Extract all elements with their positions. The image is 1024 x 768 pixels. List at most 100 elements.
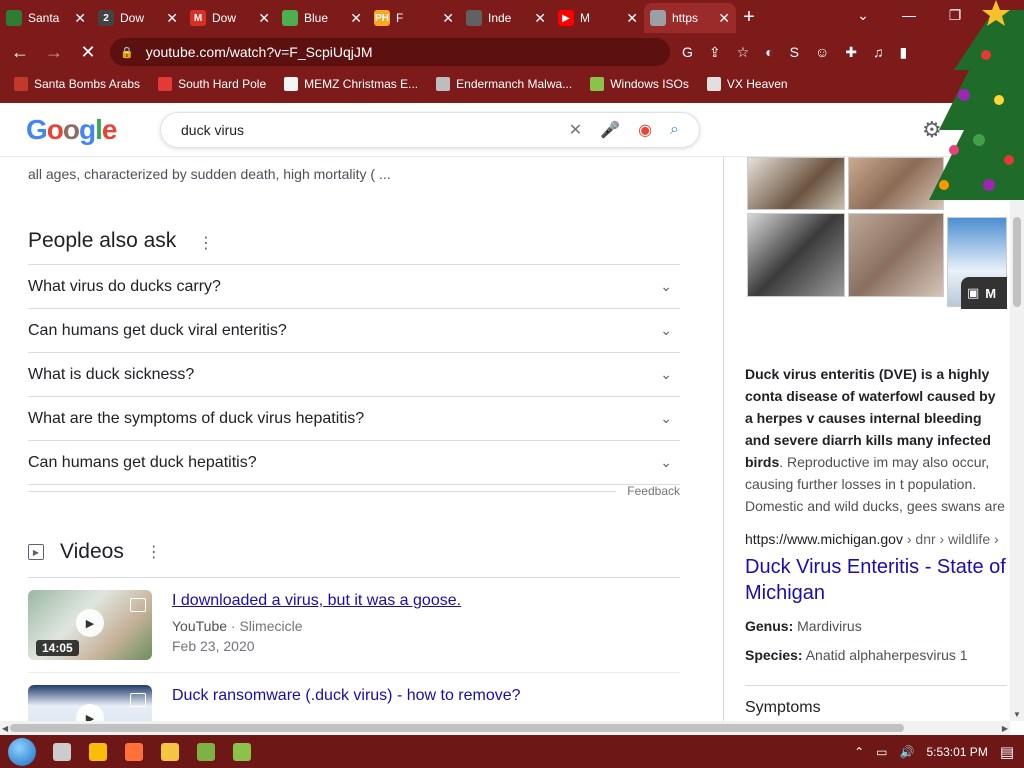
minecraft-taskbar-button[interactable] bbox=[188, 735, 224, 768]
paa-question[interactable]: What virus do ducks carry? ⌄ bbox=[28, 265, 680, 309]
forward-button[interactable]: → bbox=[40, 38, 68, 66]
video-title-link[interactable]: Duck ransomware (.duck virus) - how to r… bbox=[172, 685, 521, 707]
minimize-button[interactable]: — bbox=[886, 0, 932, 30]
close-window-button[interactable]: ✕ bbox=[978, 0, 1024, 30]
browser-tab[interactable]: Blue ✕ bbox=[276, 3, 368, 33]
panel-image-d[interactable] bbox=[848, 213, 944, 297]
close-tab-icon[interactable]: ✕ bbox=[442, 10, 454, 27]
image-search-icon[interactable]: ◉ bbox=[638, 120, 652, 140]
video-thumbnail[interactable]: ▶ bbox=[28, 685, 152, 721]
species-value[interactable]: Anatid alphaherpesvirus 1 bbox=[803, 647, 968, 663]
volume-icon[interactable]: 🔊 bbox=[899, 745, 914, 759]
paa-question[interactable]: Can humans get duck viral enteritis? ⌄ bbox=[28, 309, 680, 353]
scroll-up-arrow[interactable]: ▲ bbox=[1013, 159, 1021, 168]
close-tab-icon[interactable]: ✕ bbox=[626, 10, 638, 27]
feedback-link[interactable]: Feedback bbox=[627, 484, 680, 498]
vertical-scrollbar[interactable]: ▲ ▼ bbox=[1010, 157, 1024, 721]
windows-orb-icon bbox=[8, 737, 36, 766]
notifications-icon[interactable]: ▤ bbox=[1000, 743, 1014, 761]
bookmark-item[interactable]: Endermanch Malwa... bbox=[436, 77, 572, 91]
bookmark-item[interactable]: MEMZ Christmas E... bbox=[284, 77, 418, 91]
profile-extension-icon[interactable]: ☺ bbox=[815, 44, 829, 60]
media-control-icon[interactable]: ♫ bbox=[873, 44, 884, 60]
address-bar[interactable]: 🔒 youtube.com/watch?v=F_ScpiUqjJM bbox=[110, 38, 670, 66]
video-title-link[interactable]: I downloaded a virus, but it was a goose… bbox=[172, 590, 461, 612]
voice-search-icon[interactable]: 🎤 bbox=[600, 120, 620, 140]
bookmark-item[interactable]: VX Heaven bbox=[706, 77, 788, 91]
extension-s-icon[interactable]: S bbox=[790, 44, 799, 60]
puzzle-extensions-icon[interactable]: ✚ bbox=[845, 44, 857, 61]
scroll-left-arrow[interactable]: ◀ bbox=[2, 724, 8, 733]
lock-icon[interactable]: 🔒 bbox=[120, 46, 134, 59]
search-input[interactable]: duck virus bbox=[181, 122, 551, 138]
back-button[interactable]: ← bbox=[6, 38, 34, 66]
scroll-down-arrow[interactable]: ▼ bbox=[1013, 710, 1021, 719]
restore-button[interactable]: ❐ bbox=[932, 0, 978, 30]
bookmark-item[interactable]: Santa Bombs Arabs bbox=[14, 77, 140, 91]
source-title-link[interactable]: Duck Virus Enteritis - State of Michigan bbox=[745, 554, 1007, 606]
close-tab-icon[interactable]: ✕ bbox=[718, 10, 730, 27]
search-box[interactable]: duck virus ✕ 🎤 ◉ ⌕ bbox=[160, 112, 700, 148]
horizontal-scroll-thumb[interactable] bbox=[10, 724, 904, 732]
browser-tab[interactable]: PH F ✕ bbox=[368, 3, 460, 33]
panel-image-a[interactable] bbox=[747, 157, 845, 210]
panel-image-b[interactable] bbox=[848, 157, 944, 210]
network-icon[interactable]: ▭ bbox=[876, 745, 887, 759]
tab-title: Dow bbox=[120, 11, 145, 25]
chrome-taskbar-button[interactable] bbox=[80, 735, 116, 768]
chevron-down-icon[interactable]: ⌄ bbox=[660, 322, 672, 339]
browser-tab[interactable]: Inde ✕ bbox=[460, 3, 552, 33]
paa-question[interactable]: What are the symptoms of duck virus hepa… bbox=[28, 397, 680, 441]
bookmark-star-icon[interactable]: ☆ bbox=[737, 44, 750, 61]
genus-value[interactable]: Mardivirus bbox=[793, 618, 862, 634]
symptoms-heading[interactable]: Symptoms bbox=[745, 699, 821, 717]
browser-tab[interactable]: https ✕ bbox=[644, 3, 736, 33]
close-tab-icon[interactable]: ✕ bbox=[258, 10, 270, 27]
clear-search-icon[interactable]: ✕ bbox=[569, 120, 582, 140]
browser-tab[interactable]: ▶ M ✕ bbox=[552, 3, 644, 33]
vertical-scroll-thumb[interactable] bbox=[1013, 217, 1021, 307]
search-icon[interactable]: ⌕ bbox=[670, 121, 679, 139]
side-panel-icon[interactable]: ▮ bbox=[900, 44, 908, 61]
horizontal-scrollbar[interactable]: ◀ ▶ bbox=[0, 721, 1010, 735]
video-thumbnail[interactable]: ▶ 14:05 bbox=[28, 590, 152, 660]
paa-question[interactable]: Can humans get duck hepatitis? ⌄ bbox=[28, 441, 680, 485]
bookmark-item[interactable]: Windows ISOs bbox=[590, 77, 689, 91]
panel-image-c[interactable] bbox=[747, 213, 845, 297]
close-tab-icon[interactable]: ✕ bbox=[166, 10, 178, 27]
file-explorer-taskbar-button[interactable] bbox=[152, 735, 188, 768]
browser-tab[interactable]: 2 Dow ✕ bbox=[92, 3, 184, 33]
extension-icon[interactable]: ◐ bbox=[765, 44, 773, 60]
new-tab-button[interactable]: + bbox=[736, 6, 762, 29]
stop-loading-button[interactable]: ✕ bbox=[74, 38, 102, 66]
close-tab-icon[interactable]: ✕ bbox=[74, 10, 86, 27]
video-result[interactable]: ▶ Duck ransomware (.duck virus) - how to… bbox=[28, 685, 521, 721]
minecraft-2-taskbar-button[interactable] bbox=[224, 735, 260, 768]
chevron-down-icon[interactable]: ⌄ bbox=[660, 366, 672, 383]
source-url[interactable]: https://www.michigan.gov › dnr › wildlif… bbox=[745, 531, 999, 547]
browser-tab[interactable]: M Dow ✕ bbox=[184, 3, 276, 33]
tab-search-icon[interactable]: ⌄ bbox=[840, 0, 886, 30]
close-tab-icon[interactable]: ✕ bbox=[534, 10, 546, 27]
google-doodle-logo[interactable]: Google bbox=[26, 114, 118, 146]
more-images-button[interactable]: ▣ M bbox=[961, 277, 1007, 309]
scroll-right-arrow[interactable]: ▶ bbox=[1002, 724, 1008, 733]
bookmark-item[interactable]: South Hard Pole bbox=[158, 77, 266, 91]
close-tab-icon[interactable]: ✕ bbox=[350, 10, 362, 27]
more-options-icon[interactable]: ⋮ bbox=[146, 542, 162, 562]
chevron-down-icon[interactable]: ⌄ bbox=[660, 410, 672, 427]
paa-question[interactable]: What is duck sickness? ⌄ bbox=[28, 353, 680, 397]
browser-tab[interactable]: Santa ✕ bbox=[0, 3, 92, 33]
start-button[interactable] bbox=[0, 735, 44, 768]
share-icon[interactable]: ⇪ bbox=[709, 44, 721, 61]
chevron-down-icon[interactable]: ⌄ bbox=[660, 278, 672, 295]
clock[interactable]: 5:53:01 PM bbox=[926, 745, 987, 759]
task-view-taskbar-button[interactable] bbox=[44, 735, 80, 768]
chevron-down-icon[interactable]: ⌄ bbox=[660, 454, 672, 471]
more-options-icon[interactable]: ⋮ bbox=[198, 233, 214, 253]
show-hidden-icons[interactable]: ⌃ bbox=[854, 745, 864, 759]
google-lens-icon[interactable]: G bbox=[682, 44, 693, 60]
firefox-taskbar-button[interactable] bbox=[116, 735, 152, 768]
settings-gear-icon[interactable]: ⚙ bbox=[922, 117, 942, 143]
video-result[interactable]: ▶ 14:05 I downloaded a virus, but it was… bbox=[28, 590, 461, 660]
